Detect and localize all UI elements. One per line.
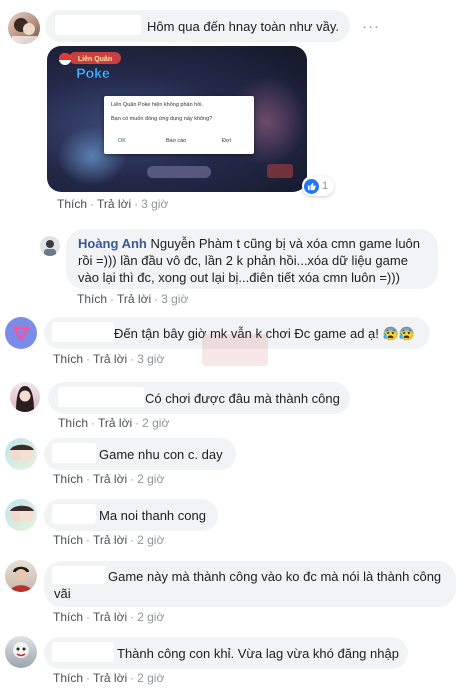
comment-actions: Thích · Trả lời · 2 giờ	[53, 671, 165, 685]
reply-link[interactable]: Trả lời	[97, 197, 131, 211]
dialog-message: Liên Quân Poke hiện không phản hồi.	[111, 102, 204, 108]
like-link[interactable]: Thích	[53, 533, 83, 547]
reply-link[interactable]: Trả lời	[117, 292, 151, 306]
like-reaction-icon	[304, 178, 319, 194]
avatar[interactable]	[5, 438, 37, 470]
comment-bubble: Có chơi được đâu mà thành công	[48, 382, 350, 414]
like-link[interactable]: Thích	[77, 292, 107, 306]
redacted-author-name	[52, 322, 114, 342]
triangle-logo-icon	[12, 326, 30, 341]
avatar[interactable]	[5, 636, 37, 668]
comment-actions: Thích · Trả lời · 2 giờ	[58, 416, 170, 430]
timestamp[interactable]: 3 giờ	[161, 292, 188, 306]
redacted-author-name	[58, 387, 144, 407]
timestamp[interactable]: 3 giờ	[141, 197, 168, 211]
reaction-number: 1	[322, 180, 329, 192]
comment-text: Game nhu con c. day	[99, 447, 223, 462]
comment-text: Có chơi được đâu mà thành công	[145, 391, 340, 406]
avatar[interactable]	[40, 236, 60, 256]
person-photo-icon	[10, 566, 32, 592]
timestamp[interactable]: 2 giờ	[137, 610, 164, 624]
person-photo-icon	[10, 444, 34, 461]
comment-actions: Thích · Trả lời · 2 giờ	[53, 610, 165, 624]
person-photo-icon	[44, 240, 56, 256]
more-options-button[interactable]: ···	[362, 18, 380, 35]
comment-bubble: Hoàng Anh Nguyễn Phàm t cũng bị và xóa c…	[66, 229, 438, 289]
watermark-logo-icon	[202, 334, 268, 366]
attached-screenshot[interactable]: Liên Quân Poke Liên Quân Poke hiện không…	[47, 46, 307, 192]
person-photo-icon	[13, 642, 29, 658]
comment-bubble: Thành công con khỉ. Vừa lag vừa khó đăng…	[44, 637, 408, 669]
avatar[interactable]	[8, 12, 40, 44]
comment-actions: Thích · Trả lời · 3 giờ	[57, 197, 169, 211]
dialog-question: Bạn có muốn đóng ứng dụng này không?	[111, 116, 213, 122]
dialog-wait-button: Đợi	[222, 138, 231, 144]
comment-bubble: Hôm qua đến hnay toàn như vầy.	[45, 10, 350, 42]
avatar[interactable]	[5, 317, 37, 349]
comment-bubble: Game này mà thành công vào ko đc mà nói …	[44, 561, 456, 607]
timestamp[interactable]: 3 giờ	[137, 352, 164, 366]
avatar[interactable]	[5, 560, 37, 592]
comment-bubble: Game nhu con c. day	[44, 438, 236, 470]
game-button	[267, 164, 293, 178]
redacted-author-name	[52, 443, 96, 463]
like-link[interactable]: Thích	[53, 472, 83, 486]
person-photo-icon	[12, 18, 38, 44]
timestamp[interactable]: 2 giờ	[137, 533, 164, 547]
game-logo-icon: Liên Quân Poke	[59, 52, 121, 81]
comment-text: Hôm qua đến hnay toàn như vầy.	[147, 19, 340, 34]
svg-text:Liên Quân: Liên Quân	[78, 56, 112, 63]
person-photo-icon	[10, 505, 34, 522]
comment-text: Game này mà thành công vào ko đc mà nói …	[54, 569, 442, 601]
dialog-ok-button: OK	[118, 138, 126, 144]
comment-actions: Thích · Trả lời · 2 giờ	[53, 472, 165, 486]
svg-text:Poke: Poke	[76, 65, 110, 81]
like-link[interactable]: Thích	[58, 416, 88, 430]
redacted-author-name	[55, 15, 141, 35]
game-menu-bar	[147, 166, 211, 178]
like-link[interactable]: Thích	[53, 671, 83, 685]
avatar[interactable]	[5, 499, 37, 531]
reply-link[interactable]: Trả lời	[93, 472, 127, 486]
like-link[interactable]: Thích	[53, 610, 83, 624]
comment-actions: Thích · Trả lời · 3 giờ	[53, 352, 165, 366]
like-link[interactable]: Thích	[57, 197, 87, 211]
like-link[interactable]: Thích	[53, 352, 83, 366]
comment-text: Ma noi thanh cong	[99, 508, 206, 523]
comment-actions: Thích · Trả lời · 2 giờ	[53, 533, 165, 547]
comment-author[interactable]: Hoàng Anh	[78, 236, 147, 251]
reply-link[interactable]: Trả lời	[93, 533, 127, 547]
dialog-report-button: Báo cáo	[166, 138, 187, 144]
comment-text: Thành công con khỉ. Vừa lag vừa khó đăng…	[117, 646, 399, 661]
avatar[interactable]	[10, 382, 40, 412]
timestamp[interactable]: 2 giờ	[137, 671, 164, 685]
reply-link[interactable]: Trả lời	[93, 352, 127, 366]
reply-link[interactable]: Trả lời	[93, 671, 127, 685]
reply-link[interactable]: Trả lời	[93, 610, 127, 624]
app-not-responding-dialog: Liên Quân Poke hiện không phản hồi. Bạn …	[104, 96, 254, 154]
timestamp[interactable]: 2 giờ	[137, 472, 164, 486]
reaction-count[interactable]: 1	[302, 176, 335, 196]
timestamp[interactable]: 2 giờ	[142, 416, 169, 430]
comment-actions: Thích · Trả lời · 3 giờ	[77, 292, 189, 306]
comment-bubble: Ma noi thanh cong	[44, 499, 218, 531]
person-photo-icon	[16, 386, 34, 412]
redacted-author-name	[52, 642, 114, 662]
reply-link[interactable]: Trả lời	[98, 416, 132, 430]
redacted-author-name	[52, 504, 96, 524]
